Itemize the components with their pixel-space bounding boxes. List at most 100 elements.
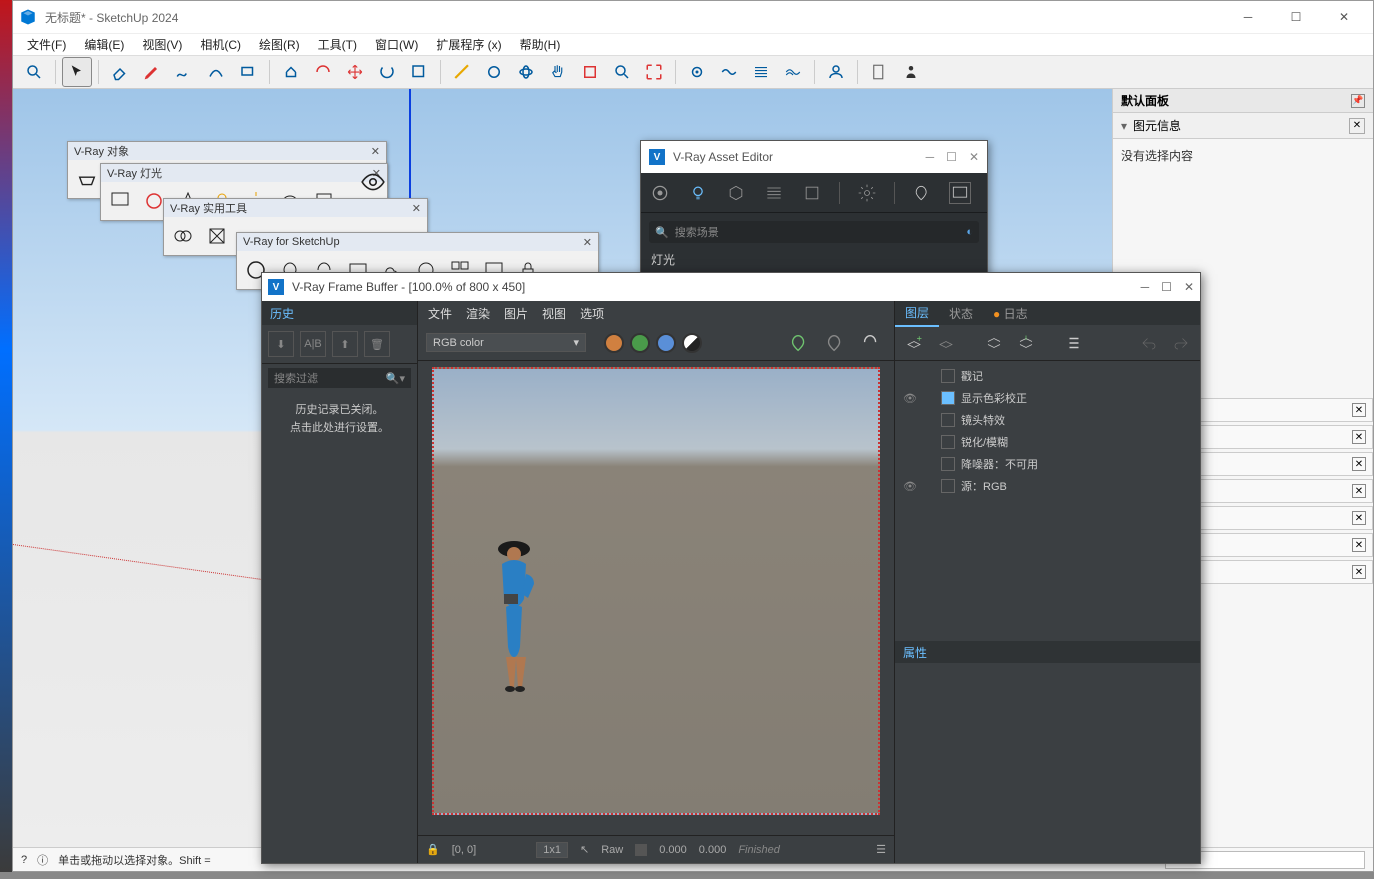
menu-draw[interactable]: 绘图(R) [251, 34, 308, 55]
history-load-icon[interactable]: ⬆ [332, 331, 358, 357]
filter-icon[interactable]: ◐ [966, 226, 973, 238]
layer-row[interactable]: 👁源：RGB [895, 475, 1200, 497]
picker-icon[interactable]: ↖ [580, 843, 589, 856]
close-icon[interactable]: ✕ [1352, 511, 1366, 525]
render-button-icon[interactable] [911, 182, 933, 204]
maximize-button[interactable]: ☐ [1161, 280, 1172, 294]
doc-tool-icon[interactable] [864, 57, 894, 87]
render-tab-icon[interactable] [801, 182, 823, 204]
textures-tab-icon[interactable] [763, 182, 785, 204]
minimize-button[interactable]: ─ [1141, 280, 1150, 294]
zoom-tool-icon[interactable] [607, 57, 637, 87]
menu-view[interactable]: 视图(V) [134, 34, 190, 55]
orbit-tool-icon[interactable] [511, 57, 541, 87]
fb-menu-options[interactable]: 选项 [580, 305, 604, 322]
add-layer-icon[interactable] [903, 332, 925, 354]
history-message[interactable]: 历史记录已关闭。 点击此处进行设置。 [262, 392, 417, 447]
render-teapot-rt-icon[interactable] [820, 328, 850, 358]
close-icon[interactable]: ✕ [1352, 484, 1366, 498]
search-tool-icon[interactable] [19, 57, 49, 87]
layer-row[interactable]: 降噪器：不可用 [895, 453, 1200, 475]
eye-icon[interactable] [357, 166, 389, 198]
person-tool-icon[interactable] [896, 57, 926, 87]
render-interactive-icon[interactable] [949, 182, 971, 204]
lock-icon[interactable]: 🔒 [426, 843, 440, 856]
geometry-tab-icon[interactable] [725, 182, 747, 204]
move-tool-icon[interactable] [340, 57, 370, 87]
push-pull-tool-icon[interactable] [276, 57, 306, 87]
channel-green-icon[interactable] [630, 333, 650, 353]
close-icon[interactable]: ✕ [1352, 457, 1366, 471]
attributes-header[interactable]: 属性 [895, 641, 1200, 663]
history-search-input[interactable]: 搜索过滤 🔍▾ [268, 368, 411, 388]
history-ab-icon[interactable]: A|B [300, 331, 326, 357]
info-icon[interactable]: ⓘ [37, 852, 48, 868]
menu-window[interactable]: 窗口(W) [367, 34, 426, 55]
layer-checkbox[interactable] [941, 457, 955, 471]
close-icon[interactable]: ✕ [1352, 430, 1366, 444]
settings-tab-icon[interactable] [856, 182, 878, 204]
vray-frame-buffer-window[interactable]: V V-Ray Frame Buffer - [100.0% of 800 x … [261, 272, 1201, 864]
toolbar-title[interactable]: V-Ray 灯光✕ [101, 164, 387, 182]
rectangle-tool-icon[interactable] [233, 57, 263, 87]
util-icon[interactable] [167, 220, 199, 252]
arc-tool-icon[interactable] [201, 57, 231, 87]
visibility-icon[interactable]: 👁 [903, 392, 917, 405]
menu-tools[interactable]: 工具(T) [310, 34, 365, 55]
load-preset-icon[interactable] [1015, 332, 1037, 354]
list-icon[interactable] [1063, 332, 1085, 354]
fb-menu-file[interactable]: 文件 [428, 305, 452, 322]
section-tool-icon[interactable] [575, 57, 605, 87]
history-tab[interactable]: 历史 [262, 301, 417, 325]
zoom-extents-tool-icon[interactable] [639, 57, 669, 87]
help-icon[interactable]: ? [21, 854, 27, 866]
render-teapot-icon[interactable] [784, 328, 814, 358]
lights-tab-icon[interactable] [687, 182, 709, 204]
toolbar-title[interactable]: V-Ray 对象✕ [68, 142, 386, 160]
close-icon[interactable]: ✕ [1352, 565, 1366, 579]
toolbar-title[interactable]: V-Ray 实用工具✕ [164, 199, 427, 217]
close-icon[interactable]: ✕ [1352, 538, 1366, 552]
menu-edit[interactable]: 编辑(E) [76, 34, 132, 55]
offset-tool-icon[interactable] [308, 57, 338, 87]
close-icon[interactable]: ✕ [583, 236, 592, 249]
layer-checkbox[interactable] [941, 369, 955, 383]
channel-select[interactable]: RGB color▾ [426, 333, 586, 352]
layer-checkbox[interactable] [941, 435, 955, 449]
layer-row[interactable]: 镜头特效 [895, 409, 1200, 431]
user-tool-icon[interactable] [821, 57, 851, 87]
close-icon[interactable]: ✕ [412, 202, 421, 215]
maximize-button[interactable]: ☐ [1273, 3, 1319, 31]
minimize-button[interactable]: ─ [1225, 3, 1271, 31]
asset-search-input[interactable]: 🔍 搜索场景 ◐ [649, 221, 979, 243]
close-button[interactable]: ✕ [1321, 3, 1367, 31]
vray-tool-2-icon[interactable] [714, 57, 744, 87]
layer-checkbox[interactable] [941, 413, 955, 427]
minimize-button[interactable]: ─ [926, 150, 935, 164]
layer-row[interactable]: 锐化/模糊 [895, 431, 1200, 453]
close-icon[interactable]: ✕ [371, 145, 380, 158]
eraser-tool-icon[interactable] [105, 57, 135, 87]
channel-red-icon[interactable] [604, 333, 624, 353]
menu-help[interactable]: 帮助(H) [512, 34, 569, 55]
visibility-icon[interactable]: 👁 [903, 480, 917, 493]
titlebar[interactable]: 无标题* - SketchUp 2024 ─ ☐ ✕ [13, 1, 1373, 33]
select-tool-icon[interactable] [62, 57, 92, 87]
render-view[interactable] [418, 361, 894, 835]
tape-tool-icon[interactable] [447, 57, 477, 87]
pencil-tool-icon[interactable] [137, 57, 167, 87]
layer-row[interactable]: 戳记 [895, 365, 1200, 387]
stop-render-icon[interactable] [856, 328, 886, 358]
asset-editor-titlebar[interactable]: V V-Ray Asset Editor ─ ☐ ✕ [641, 141, 987, 173]
rotate-tool-icon[interactable] [372, 57, 402, 87]
tray-header[interactable]: 默认面板 📌 [1113, 89, 1373, 113]
menu-icon[interactable]: ☰ [876, 843, 886, 856]
section-close-icon[interactable]: ✕ [1349, 118, 1365, 134]
undo-icon[interactable] [1138, 332, 1160, 354]
rect-light-icon[interactable] [104, 185, 136, 217]
zoom-readout[interactable]: 1x1 [536, 842, 568, 858]
vray-tool-3-icon[interactable] [746, 57, 776, 87]
vray-tool-4-icon[interactable] [778, 57, 808, 87]
frame-buffer-titlebar[interactable]: V V-Ray Frame Buffer - [100.0% of 800 x … [262, 273, 1200, 301]
close-button[interactable]: ✕ [1184, 280, 1194, 294]
